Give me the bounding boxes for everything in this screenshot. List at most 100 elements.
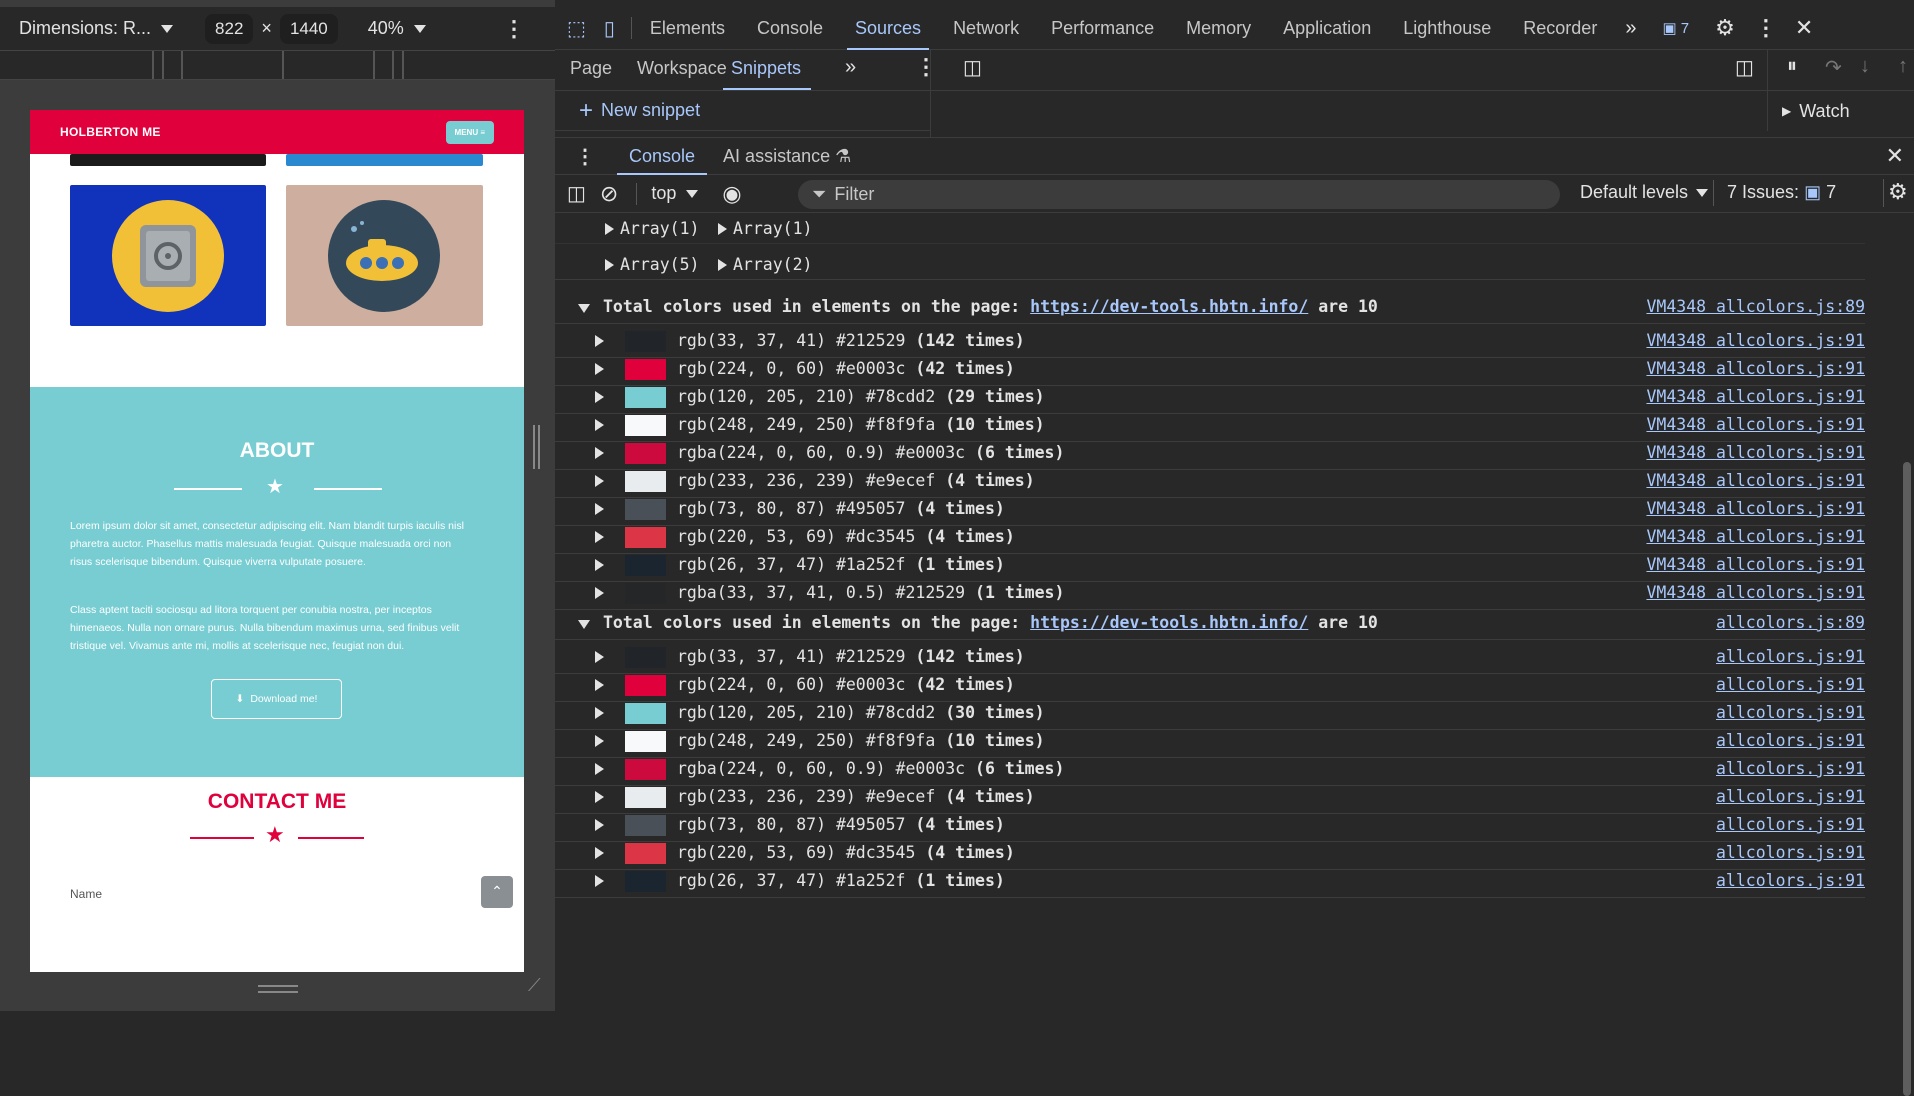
- expand-triangle-icon[interactable]: [595, 503, 604, 515]
- source-link[interactable]: VM4348 allcolors.js:91: [1646, 583, 1865, 602]
- tab-sources[interactable]: Sources: [839, 7, 937, 50]
- collapse-triangle-icon[interactable]: [578, 304, 590, 313]
- site-logo[interactable]: HOLBERTON ME: [60, 125, 161, 139]
- source-link[interactable]: allcolors.js:91: [1716, 675, 1865, 694]
- source-link[interactable]: allcolors.js:91: [1716, 871, 1865, 890]
- scrollbar-thumb[interactable]: [1903, 462, 1911, 1096]
- watch-section[interactable]: ▶ Watch: [1767, 91, 1914, 131]
- tab-application[interactable]: Application: [1267, 7, 1387, 50]
- console-settings-gear-icon[interactable]: ⚙: [1888, 179, 1908, 205]
- height-input[interactable]: 1440: [279, 13, 338, 44]
- expand-triangle-icon[interactable]: [595, 447, 604, 459]
- close-drawer-icon[interactable]: ✕: [1886, 143, 1904, 169]
- drawer-tab-console[interactable]: Console: [617, 137, 708, 175]
- pause-icon[interactable]: ⏸: [1787, 55, 1797, 78]
- log-levels-dropdown[interactable]: Default levels: [1580, 182, 1709, 203]
- more-options-icon[interactable]: ⋮: [915, 54, 937, 80]
- array-row[interactable]: Array(5) Array(2): [555, 250, 1865, 280]
- page-url-link[interactable]: https://dev-tools.hbtn.info/: [1030, 297, 1308, 316]
- drawer-menu-icon[interactable]: ⋮: [575, 144, 595, 169]
- expand-triangle-icon[interactable]: [595, 679, 604, 691]
- step-into-icon[interactable]: ↓: [1860, 55, 1870, 78]
- expand-triangle-icon[interactable]: [595, 559, 604, 571]
- source-link[interactable]: allcolors.js:89: [1716, 613, 1865, 632]
- expand-triangle-icon[interactable]: [595, 707, 604, 719]
- collapse-triangle-icon[interactable]: [578, 620, 590, 629]
- expand-triangle-icon[interactable]: [595, 335, 604, 347]
- download-button[interactable]: ⬇ Download me!: [211, 679, 342, 719]
- tab-page[interactable]: Page: [570, 58, 612, 79]
- expand-triangle-icon[interactable]: [605, 259, 614, 271]
- tab-console[interactable]: Console: [741, 7, 839, 50]
- portfolio-tile-safe[interactable]: [70, 185, 266, 326]
- console-scrollbar[interactable]: [1900, 214, 1914, 1096]
- expand-triangle-icon[interactable]: [595, 363, 604, 375]
- expand-triangle-icon[interactable]: [595, 651, 604, 663]
- tab-elements[interactable]: Elements: [634, 7, 741, 50]
- expand-triangle-icon[interactable]: [595, 531, 604, 543]
- dimensions-dropdown[interactable]: Dimensions: R...: [19, 18, 174, 39]
- more-tabs-icon[interactable]: »: [1625, 17, 1636, 40]
- resize-handle-right[interactable]: [533, 425, 540, 469]
- source-link[interactable]: allcolors.js:91: [1716, 731, 1865, 750]
- array-preview[interactable]: Array(2): [733, 255, 812, 274]
- expand-triangle-icon[interactable]: [595, 475, 604, 487]
- source-link[interactable]: VM4348 allcolors.js:91: [1646, 499, 1865, 518]
- filter-input[interactable]: ⏷ Filter: [798, 180, 1560, 209]
- portfolio-tile-dark[interactable]: [70, 154, 266, 166]
- device-toggle-icon[interactable]: ▯: [604, 16, 615, 41]
- expand-triangle-icon[interactable]: [718, 259, 727, 271]
- toggle-debugger-icon[interactable]: ◫: [1735, 55, 1754, 80]
- tab-lighthouse[interactable]: Lighthouse: [1387, 7, 1507, 50]
- width-input[interactable]: 822: [205, 13, 254, 44]
- inspect-element-icon[interactable]: ⬚: [567, 16, 586, 41]
- live-expression-eye-icon[interactable]: ◉: [722, 181, 741, 207]
- issues-badge[interactable]: ▣ 7: [1662, 19, 1689, 37]
- tab-performance[interactable]: Performance: [1035, 7, 1170, 50]
- expand-triangle-icon[interactable]: [595, 587, 604, 599]
- new-snippet-button[interactable]: + New snippet: [555, 91, 930, 131]
- color-log-row[interactable]: rgba(33, 37, 41, 0.5) #212529 (1 times) V…: [555, 576, 1865, 610]
- resize-handle-bottom[interactable]: [258, 985, 298, 993]
- scroll-top-button[interactable]: ⌃: [481, 876, 513, 908]
- zoom-dropdown[interactable]: 40%: [368, 18, 426, 39]
- source-link[interactable]: allcolors.js:91: [1716, 703, 1865, 722]
- expand-triangle-icon[interactable]: [595, 391, 604, 403]
- clear-console-icon[interactable]: ⊘: [600, 181, 618, 207]
- expand-triangle-icon[interactable]: [595, 735, 604, 747]
- array-preview[interactable]: Array(1): [733, 219, 812, 238]
- source-link[interactable]: VM4348 allcolors.js:91: [1646, 471, 1865, 490]
- tab-recorder[interactable]: Recorder: [1507, 7, 1613, 50]
- expand-triangle-icon[interactable]: [595, 875, 604, 887]
- sidebar-toggle-icon[interactable]: ◫: [567, 181, 586, 206]
- source-link[interactable]: VM4348 allcolors.js:91: [1646, 415, 1865, 434]
- source-link[interactable]: VM4348 allcolors.js:91: [1646, 527, 1865, 546]
- more-tabs-icon[interactable]: »: [845, 56, 856, 79]
- source-link[interactable]: VM4348 allcolors.js:91: [1646, 443, 1865, 462]
- log-group-header[interactable]: Total colors used in elements on the pag…: [555, 606, 1865, 640]
- source-link[interactable]: VM4348 allcolors.js:91: [1646, 331, 1865, 350]
- context-selector[interactable]: top: [651, 183, 699, 204]
- source-link[interactable]: allcolors.js:91: [1716, 815, 1865, 834]
- portfolio-tile-submarine[interactable]: [286, 185, 483, 326]
- expand-triangle-icon[interactable]: [595, 763, 604, 775]
- source-link[interactable]: VM4348 allcolors.js:91: [1646, 359, 1865, 378]
- drawer-tab-ai-assistance[interactable]: AI assistance ⚗: [723, 146, 851, 167]
- toggle-navigator-icon[interactable]: ◫: [963, 55, 982, 80]
- tab-workspace[interactable]: Workspace: [637, 58, 727, 79]
- source-link[interactable]: VM4348 allcolors.js:91: [1646, 387, 1865, 406]
- step-over-icon[interactable]: ↷: [1825, 55, 1842, 80]
- expand-triangle-icon[interactable]: [718, 223, 727, 235]
- color-log-row[interactable]: rgb(26, 37, 47) #1a252f (1 times) allcolo…: [555, 864, 1865, 898]
- more-options-icon[interactable]: ⋮: [503, 16, 525, 42]
- menu-button[interactable]: MENU ≡: [445, 120, 494, 144]
- close-devtools-icon[interactable]: ✕: [1795, 15, 1813, 41]
- expand-triangle-icon[interactable]: [595, 819, 604, 831]
- expand-triangle-icon[interactable]: [595, 847, 604, 859]
- source-link[interactable]: allcolors.js:91: [1716, 647, 1865, 666]
- issues-counter[interactable]: 7 Issues: ▣ 7: [1727, 182, 1836, 203]
- step-out-icon[interactable]: ↑: [1898, 55, 1908, 78]
- expand-triangle-icon[interactable]: [595, 419, 604, 431]
- expand-triangle-icon[interactable]: [595, 791, 604, 803]
- page-url-link[interactable]: https://dev-tools.hbtn.info/: [1030, 613, 1308, 632]
